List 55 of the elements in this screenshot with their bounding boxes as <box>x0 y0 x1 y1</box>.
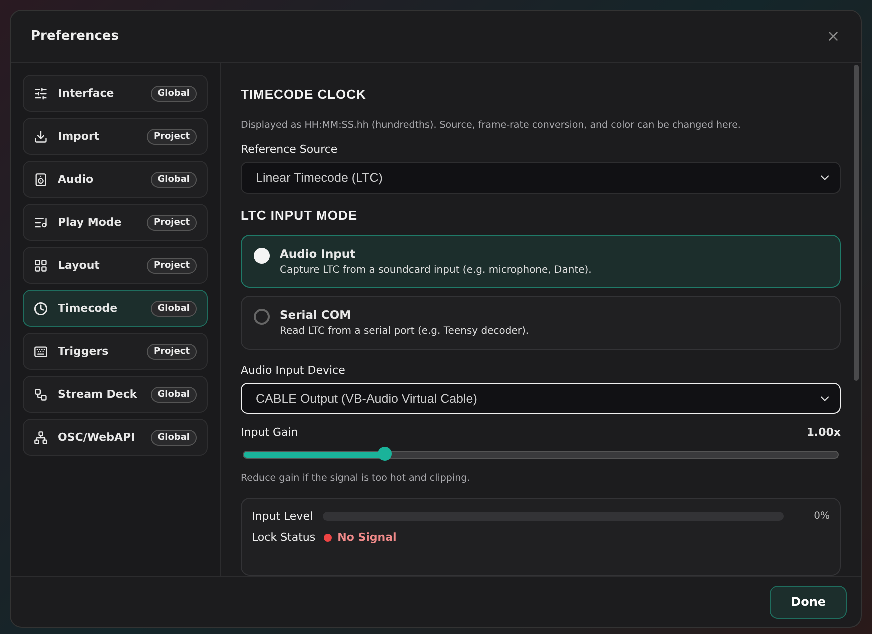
sliders-icon <box>34 86 48 100</box>
reference-source-select[interactable]: Linear Timecode (LTC) <box>241 162 841 194</box>
list-icon <box>34 216 48 230</box>
close-button[interactable] <box>826 29 841 44</box>
keyboard-icon <box>34 344 48 358</box>
option-title: Serial COM <box>280 308 352 322</box>
clock-icon <box>34 302 48 316</box>
nodes-icon <box>34 388 48 402</box>
sidebar-item[interactable]: Timecode Global <box>23 290 208 327</box>
gain-reading: 1.00x <box>806 426 841 440</box>
radio-button[interactable] <box>254 309 270 326</box>
sidebar-item[interactable]: Audio Global <box>23 161 208 198</box>
option-description: Read LTC from a serial port (e.g. Teensy decoder). <box>280 326 530 338</box>
speaker-icon <box>34 172 48 186</box>
close-icon <box>826 29 841 44</box>
window-title: Preferences <box>31 29 119 44</box>
sidebar-item[interactable]: Interface Global <box>23 75 208 112</box>
mode-option[interactable]: Serial COM Read LTC from a serial port (e.g. Teensy decoder). <box>241 296 841 350</box>
option-description: Capture LTC from a soundcard input (e.g. microphone, Dante). <box>280 264 592 276</box>
scope-badge: Global <box>150 430 197 446</box>
done-button[interactable]: Done <box>770 586 847 618</box>
scope-badge: Global <box>150 172 197 188</box>
section-title: TIMECODE CLOCK <box>241 87 368 102</box>
section-description: Displayed as HH:MM:SS.hh (hundredths). Source, frame-rate conversion, and color can be changed here. <box>241 120 742 131</box>
lock-status: No Signal <box>338 531 397 544</box>
scope-badge: Project <box>146 258 197 274</box>
network-icon <box>34 430 48 444</box>
level-label: Input Level <box>252 510 314 524</box>
radio-button[interactable] <box>254 248 270 264</box>
scope-badge: Project <box>146 128 197 144</box>
scope-badge: Global <box>150 386 197 402</box>
slider-thumb[interactable] <box>378 447 392 462</box>
scrollbar-thumb[interactable] <box>854 65 859 381</box>
gain-hint: Reduce gain if the signal is too hot and clipping. <box>241 473 472 484</box>
section-title: LTC INPUT MODE <box>241 208 359 223</box>
download-icon <box>34 130 48 144</box>
level-reading: 0% <box>814 511 830 522</box>
lock-label: Lock Status <box>252 531 316 544</box>
field-label: Input Gain <box>241 426 298 440</box>
scope-badge: Global <box>150 86 197 102</box>
option-title: Audio Input <box>280 246 357 261</box>
field-label: Reference Source <box>241 143 339 156</box>
grid-icon <box>34 258 48 272</box>
field-label: Audio Input Device <box>241 364 346 377</box>
scope-badge: Project <box>146 344 197 360</box>
sidebar-item[interactable]: Play Mode Project <box>23 204 208 241</box>
sidebar-item[interactable]: Triggers Project <box>23 333 208 370</box>
audio-device-select[interactable]: CABLE Output (VB-Audio Virtual Cable) <box>241 382 841 414</box>
mode-option[interactable]: Audio Input Capture LTC from a soundcard input (e.g. microphone, Dante). <box>241 234 841 288</box>
scope-badge: Project <box>146 214 197 230</box>
sidebar-item[interactable]: Stream Deck Global <box>23 376 208 413</box>
sidebar-item[interactable]: Layout Project <box>23 247 208 284</box>
scope-badge: Global <box>150 300 197 316</box>
sidebar-item[interactable]: OSC/WebAPI Global <box>23 419 208 456</box>
sidebar-item[interactable]: Import Project <box>23 118 208 155</box>
